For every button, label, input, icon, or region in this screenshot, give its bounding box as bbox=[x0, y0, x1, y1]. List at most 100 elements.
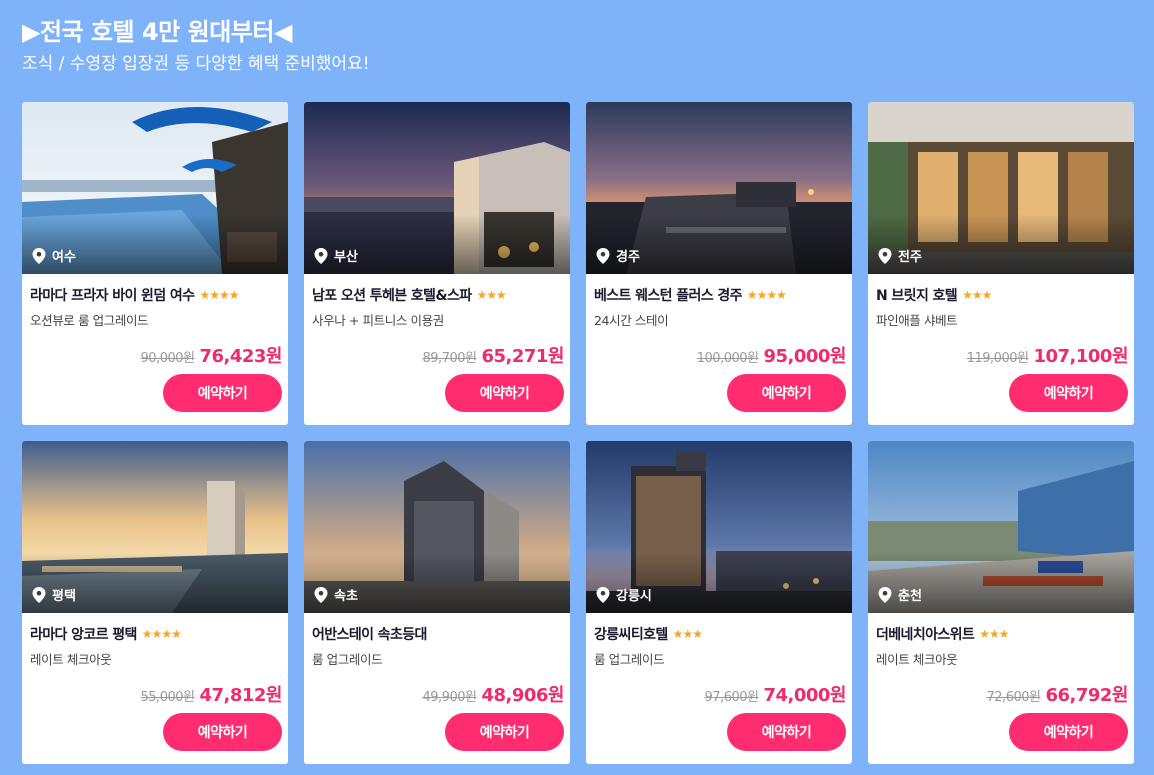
book-button[interactable]: 예약하기 bbox=[1009, 374, 1128, 412]
hotel-name[interactable]: 강릉씨티호텔 bbox=[594, 624, 668, 644]
star-rating: ★★★★ bbox=[199, 288, 239, 302]
promo-header: ▶전국 호텔 4만 원대부터◀ 조식 / 수영장 입장권 등 다양한 혜택 준비… bbox=[22, 16, 370, 76]
sale-price: 65,271원 bbox=[481, 346, 564, 367]
map-pin-icon bbox=[878, 247, 892, 264]
hotel-card[interactable]: 경주 베스트 웨스턴 플러스 경주 ★★★★ 24시간 스테이 100,000원… bbox=[586, 102, 852, 425]
star-rating: ★★★★ bbox=[141, 627, 182, 641]
book-button[interactable]: 예약하기 bbox=[727, 713, 846, 751]
hotel-name[interactable]: 라마다 앙코르 평택 bbox=[30, 624, 137, 644]
hotel-name[interactable]: 남포 오션 투헤븐 호텔&스파 bbox=[312, 285, 472, 305]
book-button[interactable]: 예약하기 bbox=[727, 374, 846, 412]
hotel-benefit: 레이트 체크아웃 bbox=[876, 652, 958, 667]
hotel-benefit: 레이트 체크아웃 bbox=[30, 652, 112, 667]
hotel-photo[interactable]: 춘천 bbox=[868, 441, 1134, 613]
hotel-card[interactable]: 속초 어반스테이 속초등대 룸 업그레이드 49,900원 48,906원 예약… bbox=[304, 441, 570, 764]
original-price: 90,000원 bbox=[140, 351, 195, 366]
location-label: 춘천 bbox=[898, 589, 922, 604]
hotel-name[interactable]: N 브릿지 호텔 bbox=[876, 285, 958, 305]
price-row: 97,600원 74,000원 bbox=[704, 681, 847, 707]
location-label: 경주 bbox=[616, 250, 640, 265]
location-label: 여수 bbox=[52, 250, 76, 265]
sale-price: 107,100원 bbox=[1033, 346, 1128, 367]
hotel-benefit: 룸 업그레이드 bbox=[594, 652, 665, 667]
location-label: 속초 bbox=[334, 589, 358, 604]
location-label: 강릉시 bbox=[616, 589, 652, 604]
map-pin-icon bbox=[314, 247, 328, 264]
price-row: 89,700원 65,271원 bbox=[422, 342, 565, 368]
star-rating: ★★★ bbox=[672, 627, 703, 641]
location-tag: 강릉시 bbox=[596, 585, 652, 604]
location-label: 평택 bbox=[52, 589, 76, 604]
location-tag: 속초 bbox=[314, 585, 358, 604]
location-tag: 부산 bbox=[314, 246, 358, 265]
location-label: 전주 bbox=[898, 250, 922, 265]
location-label: 부산 bbox=[334, 250, 358, 265]
hotel-benefit: 룸 업그레이드 bbox=[312, 652, 383, 667]
hotel-photo[interactable]: 여수 bbox=[22, 102, 288, 274]
photo-overlay bbox=[586, 553, 852, 613]
hotel-photo[interactable]: 부산 bbox=[304, 102, 570, 274]
original-price: 72,600원 bbox=[986, 690, 1041, 705]
hotel-benefit: 오션뷰로 룸 업그레이드 bbox=[30, 313, 149, 328]
original-price: 89,700원 bbox=[422, 351, 477, 366]
price-row: 55,000원 47,812원 bbox=[140, 681, 283, 707]
map-pin-icon bbox=[878, 586, 892, 603]
sale-price: 66,792원 bbox=[1045, 685, 1128, 706]
map-pin-icon bbox=[32, 586, 46, 603]
original-price: 49,900원 bbox=[422, 690, 477, 705]
hotel-card[interactable]: 강릉시 강릉씨티호텔 ★★★ 룸 업그레이드 97,600원 74,000원 예… bbox=[586, 441, 852, 764]
price-row: 90,000원 76,423원 bbox=[140, 342, 283, 368]
star-rating: ★★★ bbox=[979, 627, 1009, 641]
location-tag: 경주 bbox=[596, 246, 640, 265]
hotel-photo[interactable]: 평택 bbox=[22, 441, 288, 613]
hotel-card[interactable]: 춘천 더베네치아스위트 ★★★ 레이트 체크아웃 72,600원 66,792원… bbox=[868, 441, 1134, 764]
hotel-name[interactable]: 라마다 프라자 바이 윈덤 여수 bbox=[30, 285, 195, 305]
location-tag: 평택 bbox=[32, 585, 76, 604]
sale-price: 95,000원 bbox=[763, 346, 846, 367]
page-title: ▶전국 호텔 4만 원대부터◀ bbox=[22, 18, 292, 46]
hotel-benefit: 24시간 스테이 bbox=[594, 313, 669, 328]
hotel-name[interactable]: 어반스테이 속초등대 bbox=[312, 624, 427, 644]
photo-overlay bbox=[304, 553, 570, 613]
map-pin-icon bbox=[32, 247, 46, 264]
original-price: 97,600원 bbox=[704, 690, 759, 705]
photo-overlay bbox=[586, 214, 852, 274]
map-pin-icon bbox=[596, 586, 610, 603]
photo-overlay bbox=[22, 553, 288, 613]
hotel-name[interactable]: 베스트 웨스턴 플러스 경주 bbox=[594, 285, 743, 305]
book-button[interactable]: 예약하기 bbox=[445, 374, 564, 412]
hotel-name[interactable]: 더베네치아스위트 bbox=[876, 624, 975, 644]
book-button[interactable]: 예약하기 bbox=[163, 713, 282, 751]
price-row: 72,600원 66,792원 bbox=[986, 681, 1129, 707]
sale-price: 48,906원 bbox=[481, 685, 564, 706]
photo-overlay bbox=[868, 553, 1134, 613]
book-button[interactable]: 예약하기 bbox=[445, 713, 564, 751]
hotel-card[interactable]: 여수 라마다 프라자 바이 윈덤 여수 ★★★★ 오션뷰로 룸 업그레이드 90… bbox=[22, 102, 288, 425]
original-price: 55,000원 bbox=[140, 690, 195, 705]
original-price: 119,000원 bbox=[966, 351, 1029, 366]
location-tag: 전주 bbox=[878, 246, 922, 265]
hotel-benefit: 파인애플 샤베트 bbox=[876, 313, 958, 328]
hotel-photo[interactable]: 전주 bbox=[868, 102, 1134, 274]
photo-overlay bbox=[868, 214, 1134, 274]
book-button[interactable]: 예약하기 bbox=[1009, 713, 1128, 751]
original-price: 100,000원 bbox=[696, 351, 759, 366]
photo-overlay bbox=[304, 214, 570, 274]
book-button[interactable]: 예약하기 bbox=[163, 374, 282, 412]
hotel-card[interactable]: 부산 남포 오션 투헤븐 호텔&스파 ★★★ 사우나 + 피트니스 이용권 89… bbox=[304, 102, 570, 425]
sale-price: 47,812원 bbox=[199, 685, 282, 706]
star-rating: ★★★ bbox=[962, 288, 992, 302]
map-pin-icon bbox=[596, 247, 610, 264]
hotel-grid: 여수 라마다 프라자 바이 윈덤 여수 ★★★★ 오션뷰로 룸 업그레이드 90… bbox=[22, 102, 1134, 764]
sale-price: 74,000원 bbox=[763, 685, 846, 706]
hotel-card[interactable]: 전주 N 브릿지 호텔 ★★★ 파인애플 샤베트 119,000원 107,10… bbox=[868, 102, 1134, 425]
hotel-photo[interactable]: 경주 bbox=[586, 102, 852, 274]
price-row: 100,000원 95,000원 bbox=[696, 342, 847, 368]
hotel-card[interactable]: 평택 라마다 앙코르 평택 ★★★★ 레이트 체크아웃 55,000원 47,8… bbox=[22, 441, 288, 764]
hotel-photo[interactable]: 속초 bbox=[304, 441, 570, 613]
star-rating: ★★★ bbox=[476, 288, 507, 302]
hotel-photo[interactable]: 강릉시 bbox=[586, 441, 852, 613]
hotel-benefit: 사우나 + 피트니스 이용권 bbox=[312, 313, 444, 328]
photo-overlay bbox=[22, 214, 288, 274]
location-tag: 춘천 bbox=[878, 585, 922, 604]
